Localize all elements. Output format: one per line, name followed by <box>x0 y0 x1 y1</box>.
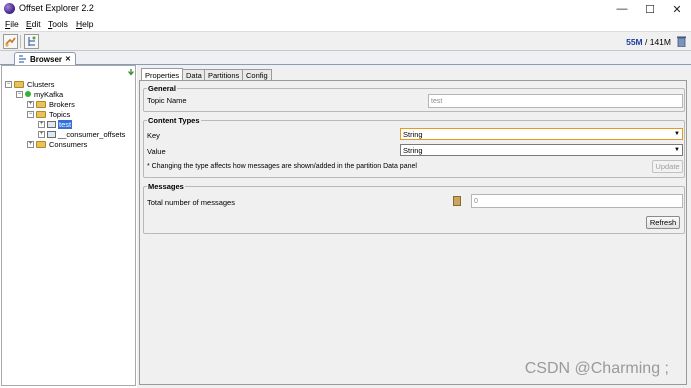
key-type-select[interactable]: String ▼ <box>400 128 683 140</box>
update-button[interactable]: Update <box>652 160 683 173</box>
connect-icon[interactable] <box>3 34 18 49</box>
total-messages-field: 0 <box>471 194 683 208</box>
folder-icon <box>36 140 46 148</box>
messages-section: Messages Total number of messages 0 Refr… <box>143 182 685 234</box>
calculator-icon[interactable] <box>453 196 461 206</box>
tree-node-topic-consumer-offsets[interactable]: + __consumer_offsets <box>38 129 125 139</box>
topic-icon <box>47 120 56 128</box>
tree-node-clusters[interactable]: − Clusters <box>5 79 55 89</box>
tree-node-cluster[interactable]: − myKafka <box>16 89 63 99</box>
refresh-button[interactable]: Refresh <box>646 216 680 229</box>
watermark-text: CSDN @Charming ; <box>524 360 669 377</box>
refresh-tree-icon[interactable] <box>127 68 135 76</box>
folder-open-icon <box>36 110 46 118</box>
document-tab-strip: Browser ✕ <box>0 51 691 65</box>
garbage-collect-icon[interactable] <box>677 36 686 48</box>
title-bar: Offset Explorer 2.2 — ☐ ✕ <box>0 0 691 18</box>
chevron-down-icon: ▼ <box>674 147 680 153</box>
content-types-legend: Content Types <box>147 116 201 125</box>
memory-usage: 55M / 141M <box>626 37 671 47</box>
expand-icon[interactable]: + <box>38 120 45 128</box>
key-label: Key <box>147 131 160 140</box>
app-logo-icon <box>4 3 15 14</box>
menu-edit[interactable]: Edit <box>26 19 41 29</box>
tree-node-topics[interactable]: − Topics <box>27 109 70 119</box>
connected-status-icon <box>25 91 31 97</box>
content-types-section: Content Types Key String ▼ Value String … <box>143 116 685 178</box>
menu-help[interactable]: Help <box>76 19 93 29</box>
topic-icon <box>47 130 56 138</box>
browser-tab[interactable]: Browser ✕ <box>14 52 76 65</box>
maximize-button[interactable]: ☐ <box>635 0 665 18</box>
minimize-button[interactable]: — <box>607 0 637 18</box>
cluster-tree-panel: − Clusters − myKafka + Brokers − Topics … <box>1 65 136 386</box>
add-cluster-icon[interactable] <box>24 34 39 49</box>
tree-node-brokers[interactable]: + Brokers <box>27 99 75 109</box>
close-window-button[interactable]: ✕ <box>662 0 691 18</box>
chevron-down-icon: ▼ <box>674 131 680 137</box>
expand-icon[interactable]: + <box>27 100 34 108</box>
menu-tools[interactable]: Tools <box>48 19 68 29</box>
toolbar: 55M / 141M <box>0 31 691 51</box>
browser-tab-icon <box>19 55 26 63</box>
topic-name-field[interactable]: test <box>428 94 683 108</box>
topic-detail-panel: Properties Data Partitions Config Genera… <box>137 65 691 388</box>
total-messages-label: Total number of messages <box>147 198 235 207</box>
value-label: Value <box>147 147 166 156</box>
general-legend: General <box>147 84 177 93</box>
collapse-icon[interactable]: − <box>27 110 34 118</box>
folder-open-icon <box>14 80 24 88</box>
expand-icon[interactable]: + <box>27 140 34 148</box>
menu-file[interactable]: File <box>5 19 19 29</box>
menu-bar: File Edit Tools Help <box>0 18 691 31</box>
content-type-note: * Changing the type affects how messages… <box>147 163 417 170</box>
general-section: General Topic Name test <box>143 84 685 112</box>
collapse-icon[interactable]: − <box>5 80 12 88</box>
folder-icon <box>36 100 46 108</box>
window-title: Offset Explorer 2.2 <box>19 3 94 13</box>
browser-tab-close-icon[interactable]: ✕ <box>65 55 71 63</box>
value-type-select[interactable]: String ▼ <box>400 144 683 156</box>
browser-tab-label: Browser <box>30 54 63 64</box>
collapse-icon[interactable]: − <box>16 90 23 98</box>
toolbar-divider <box>20 35 21 48</box>
messages-legend: Messages <box>147 182 185 191</box>
tree-node-consumers[interactable]: + Consumers <box>27 139 87 149</box>
properties-tab-content: General Topic Name test Content Types Ke… <box>139 80 687 385</box>
expand-icon[interactable]: + <box>38 130 45 138</box>
tree-node-topic-test[interactable]: + test <box>38 119 73 129</box>
topic-name-label: Topic Name <box>147 96 187 105</box>
